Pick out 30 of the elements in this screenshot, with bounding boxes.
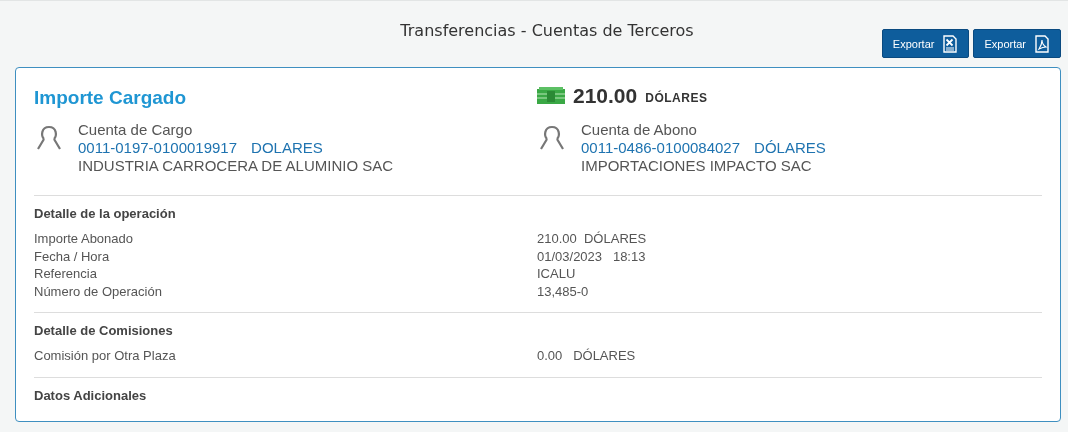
detail-label: Referencia xyxy=(34,265,97,283)
detail-value: 13,485-0 xyxy=(537,282,589,300)
detail-label: Número de Operación xyxy=(34,282,162,300)
section-title: Detalle de Comisiones xyxy=(34,323,174,338)
amount-currency: DÓLARES xyxy=(645,89,708,105)
account-holder: INDUSTRIA CARROCERA DE ALUMINIO SAC xyxy=(78,157,394,175)
account-currency: DOLARES xyxy=(251,139,323,157)
account-number[interactable]: 0011-0197-0100019917 xyxy=(78,139,238,157)
detail-label: Comisión por Otra Plaza xyxy=(34,347,176,365)
section-title: Datos Adicionales xyxy=(34,387,148,403)
section-heading: Importe Cargado xyxy=(34,86,188,109)
detail-label: Fecha / Hora xyxy=(34,247,110,265)
account-currency: DÓLARES xyxy=(754,139,826,157)
detail-value: 210.00 DÓLARES xyxy=(537,230,647,248)
export-button[interactable]: Exportar xyxy=(973,29,1061,58)
section-title: Detalle de la operación xyxy=(34,206,177,221)
detail-value: 01/03/2023 18:13 xyxy=(537,247,646,265)
spreadsheet-file-icon xyxy=(942,34,959,53)
account-holder: IMPORTACIONES IMPACTO SAC xyxy=(581,157,813,175)
detail-label: Importe Abonado xyxy=(34,230,134,248)
banknotes-icon xyxy=(537,86,565,105)
account-label: Cuenta de Abono xyxy=(581,121,698,139)
detail-value: 0.00 DÓLARES xyxy=(537,347,636,365)
account-number[interactable]: 0011-0486-0100084027 xyxy=(581,139,741,157)
account-label: Cuenta de Cargo xyxy=(78,121,194,139)
export-button[interactable]: Exportar xyxy=(881,29,970,58)
detail-value: ICALU xyxy=(537,265,576,283)
document-file-icon xyxy=(1034,34,1050,53)
page-title: Transferencias - Cuentas de Terceros xyxy=(399,20,695,40)
amount-value: 210.00 xyxy=(573,83,638,108)
